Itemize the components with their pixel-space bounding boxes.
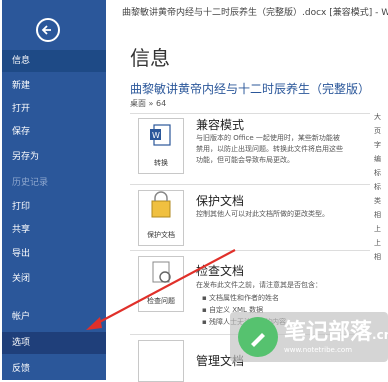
watermark-text: 笔记部落.cn (284, 320, 388, 345)
pen-icon (238, 317, 278, 357)
watermark-url: www.notetribe.com (284, 346, 353, 354)
watermark-logo: 笔记部落.cn www.notetribe.com (230, 312, 388, 362)
